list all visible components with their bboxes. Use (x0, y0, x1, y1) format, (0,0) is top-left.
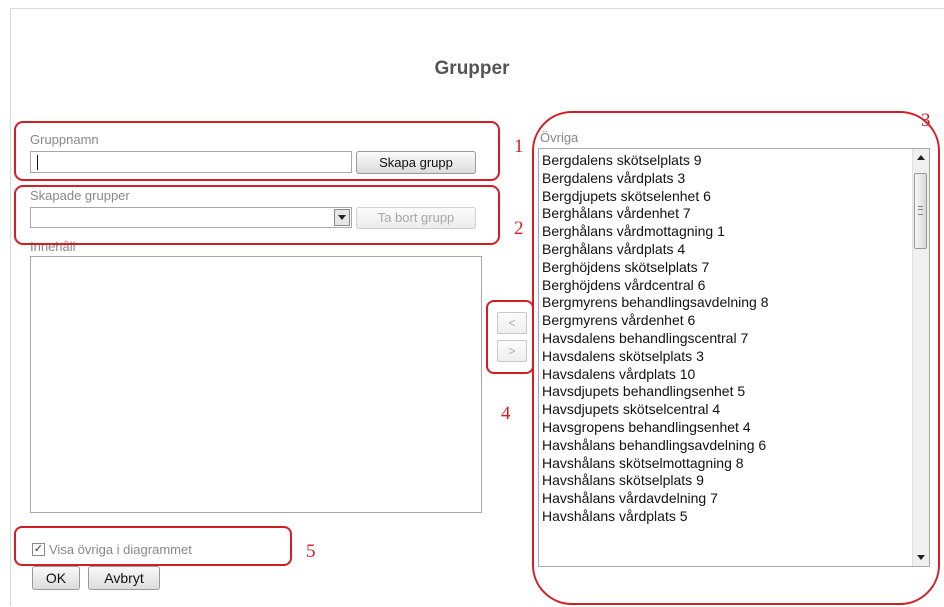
ok-button[interactable]: OK (32, 566, 80, 590)
annotation-box-1 (14, 121, 500, 181)
content-listbox[interactable] (30, 256, 482, 513)
annotation-box-4 (486, 300, 534, 374)
annotation-number-3: 3 (921, 110, 931, 131)
annotation-box-5 (14, 526, 292, 566)
cancel-button[interactable]: Avbryt (88, 566, 160, 590)
annotation-number-2: 2 (514, 218, 524, 239)
annotation-box-2 (14, 185, 500, 245)
annotation-number-4: 4 (501, 403, 511, 424)
annotation-box-3 (532, 111, 940, 605)
dialog-title: Grupper (434, 58, 510, 79)
annotation-number-5: 5 (306, 541, 316, 562)
annotation-number-1: 1 (514, 136, 524, 157)
